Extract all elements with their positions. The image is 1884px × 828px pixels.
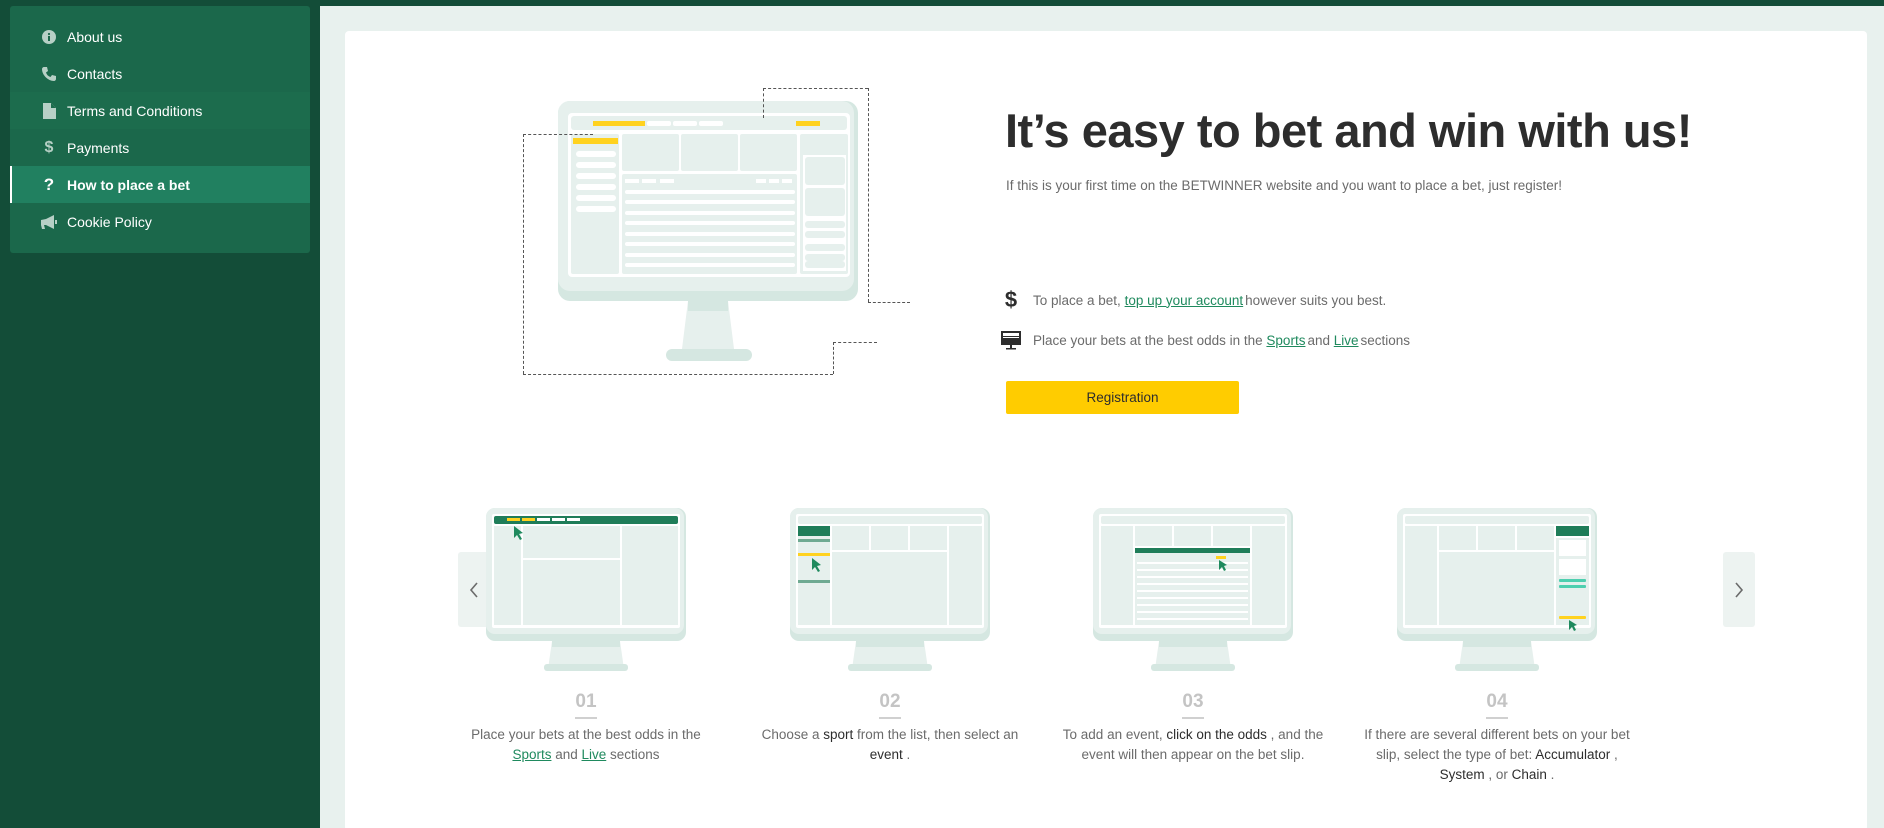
- step-description: To add an event, click on the odds , and…: [1062, 727, 1324, 762]
- megaphone-icon: [41, 214, 57, 230]
- connector-line: [833, 342, 834, 374]
- content-card: It’s easy to bet and win with us! If thi…: [345, 31, 1867, 828]
- content-frame: It’s easy to bet and win with us! If thi…: [320, 6, 1884, 828]
- connector-line: [833, 342, 877, 343]
- registration-button[interactable]: Registration: [1006, 381, 1239, 414]
- step-number: 04: [1486, 691, 1508, 712]
- step-divider: [1486, 717, 1508, 719]
- step-card: 01 Place your bets at the best odds in t…: [451, 506, 721, 765]
- sports-link[interactable]: Sports: [512, 747, 551, 762]
- sidebar-item-contacts[interactable]: Contacts: [10, 55, 310, 92]
- sidebar-item-label: About us: [67, 28, 123, 45]
- top-up-account-link[interactable]: top up your account: [1125, 293, 1244, 308]
- sidebar-item-how-to-place-a-bet[interactable]: ? How to place a bet: [10, 166, 310, 203]
- hero-monitor-illustration: [558, 101, 858, 361]
- sidebar-item-label: Terms and Conditions: [67, 102, 203, 119]
- step-card: 03 To add an event, click on the odds , …: [1058, 506, 1328, 765]
- step-4-illustration: [1397, 508, 1597, 671]
- sidebar-item-terms[interactable]: Terms and Conditions: [10, 92, 310, 129]
- connector-line: [523, 374, 833, 375]
- step-number: 01: [575, 691, 597, 712]
- sidebar-item-label: Contacts: [67, 65, 123, 82]
- live-link[interactable]: Live: [582, 747, 607, 762]
- sidebar-item-label: Cookie Policy: [67, 213, 152, 230]
- connector-line: [763, 88, 868, 89]
- phone-icon: [41, 66, 57, 82]
- step-divider: [1182, 717, 1204, 719]
- sidebar-item-about-us[interactable]: About us: [10, 18, 310, 55]
- sidebar-item-cookie-policy[interactable]: Cookie Policy: [10, 203, 310, 240]
- connector-line: [523, 134, 593, 135]
- carousel-next-button[interactable]: [1723, 552, 1755, 627]
- document-icon: [41, 102, 57, 119]
- step-number: 03: [1182, 691, 1204, 712]
- step-card: 02 Choose a sport from the list, then se…: [755, 506, 1025, 765]
- sidebar-item-label: How to place a bet: [67, 176, 190, 193]
- sidebar-menu: About us Contacts Terms and Conditions $…: [10, 6, 310, 253]
- info-icon: [41, 29, 57, 45]
- connector-line: [763, 88, 764, 118]
- monitor-icon: [997, 329, 1025, 351]
- dollar-icon: $: [44, 138, 54, 156]
- connector-line: [523, 134, 524, 374]
- feature-top-up: $ To place a bet, top up your account ho…: [997, 287, 1386, 312]
- feature-sports-live: Place your bets at the best odds in the …: [997, 329, 1410, 351]
- step-divider: [575, 717, 597, 719]
- step-1-illustration: [486, 508, 686, 671]
- page-title: It’s easy to bet and win with us!: [1005, 104, 1692, 157]
- step-number: 02: [879, 691, 901, 712]
- step-divider: [879, 717, 901, 719]
- connector-line: [868, 88, 869, 302]
- question-icon: ?: [43, 174, 55, 194]
- sidebar-item-payments[interactable]: $ Payments: [10, 129, 310, 166]
- connector-line: [868, 302, 910, 303]
- sidebar: About us Contacts Terms and Conditions $…: [0, 0, 320, 828]
- page-subtitle: If this is your first time on the BETWIN…: [1006, 178, 1562, 193]
- step-card: 04 If there are several different bets o…: [1362, 506, 1632, 785]
- step-description: If there are several different bets on y…: [1364, 727, 1630, 782]
- step-description: Place your bets at the best odds in the …: [471, 727, 701, 762]
- sidebar-item-label: Payments: [67, 139, 130, 156]
- chevron-right-icon: [1735, 581, 1744, 598]
- live-link[interactable]: Live: [1334, 333, 1359, 348]
- step-3-illustration: [1093, 508, 1293, 671]
- step-2-illustration: [790, 508, 990, 671]
- step-description: Choose a sport from the list, then selec…: [761, 727, 1019, 762]
- dollar-icon: $: [1004, 287, 1018, 312]
- sports-link[interactable]: Sports: [1266, 333, 1305, 348]
